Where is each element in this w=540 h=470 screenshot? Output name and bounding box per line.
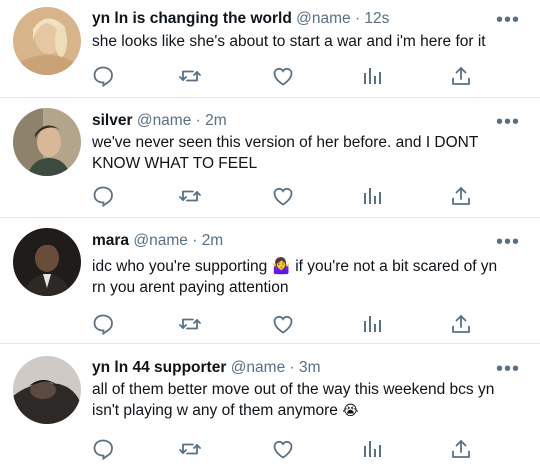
tweet[interactable]: silver @name · 2m ••• we've never seen t… [0, 98, 540, 217]
tweet-text: all of them better move out of the way t… [92, 379, 522, 422]
tweet-text-segment: isn't playing w any of them anymore [92, 402, 338, 419]
tweet-header: yn ln 44 supporter @name · 3m [92, 359, 321, 377]
tweet-text-line: idc who you're supporting 🤷‍♀️ if you're… [92, 258, 498, 275]
tweet-text-line: all of them better move out of the way t… [92, 381, 495, 398]
like-icon[interactable] [271, 437, 295, 461]
tweet-text-line: she looks like she's about to start a wa… [92, 33, 486, 50]
more-icon[interactable]: ••• [496, 10, 520, 30]
share-icon[interactable] [449, 64, 473, 88]
tweet-text-line: KNOW WHAT TO FEEL [92, 155, 258, 172]
tweet-actions [0, 64, 540, 88]
share-icon[interactable] [449, 312, 473, 336]
more-icon[interactable]: ••• [496, 359, 520, 379]
reply-icon[interactable] [91, 437, 115, 461]
avatar[interactable] [13, 228, 81, 296]
username[interactable]: @name [296, 10, 351, 27]
retweet-icon[interactable] [178, 64, 202, 88]
avatar[interactable] [13, 356, 81, 424]
tweet-actions [0, 437, 540, 461]
tweet[interactable]: yn ln is changing the world @name · 12s … [0, 0, 540, 97]
timestamp[interactable]: 2m [205, 112, 227, 129]
username[interactable]: @name [231, 359, 286, 376]
timestamp[interactable]: 3m [299, 359, 321, 376]
display-name[interactable]: yn ln 44 supporter [92, 359, 226, 376]
separator: · [192, 232, 198, 249]
avatar[interactable] [13, 108, 81, 176]
reply-icon[interactable] [91, 312, 115, 336]
more-icon[interactable]: ••• [496, 112, 520, 132]
username[interactable]: @name [133, 232, 188, 249]
retweet-icon[interactable] [178, 437, 202, 461]
username[interactable]: @name [137, 112, 192, 129]
tweet[interactable]: yn ln 44 supporter @name · 3m ••• all of… [0, 344, 540, 470]
tweet[interactable]: mara @name · 2m ••• idc who you're suppo… [0, 218, 540, 343]
like-icon[interactable] [271, 64, 295, 88]
share-icon[interactable] [449, 184, 473, 208]
separator: · [289, 359, 295, 376]
retweet-icon[interactable] [178, 184, 202, 208]
share-icon[interactable] [449, 437, 473, 461]
separator: · [354, 10, 361, 27]
tweet-text-line: we've never seen this version of her bef… [92, 134, 479, 151]
tweet-actions [0, 312, 540, 336]
more-icon[interactable]: ••• [496, 232, 520, 252]
analytics-icon[interactable] [360, 437, 384, 461]
timestamp[interactable]: 12s [364, 10, 389, 27]
display-name[interactable]: yn ln is changing the world [92, 10, 292, 27]
reply-icon[interactable] [91, 64, 115, 88]
tweet-actions [0, 184, 540, 208]
tweet-text: she looks like she's about to start a wa… [92, 31, 522, 52]
tweet-text: we've never seen this version of her bef… [92, 132, 522, 174]
reply-icon[interactable] [91, 184, 115, 208]
tweet-text: idc who you're supporting 🤷‍♀️ if you're… [92, 256, 522, 298]
timestamp[interactable]: 2m [202, 232, 224, 249]
separator: · [195, 112, 201, 129]
display-name[interactable]: silver [92, 112, 133, 129]
retweet-icon[interactable] [178, 312, 202, 336]
analytics-icon[interactable] [360, 312, 384, 336]
tweet-text-line: isn't playing w any of them anymore 😭 [92, 400, 522, 422]
like-icon[interactable] [271, 312, 295, 336]
display-name[interactable]: mara [92, 232, 129, 249]
analytics-icon[interactable] [360, 184, 384, 208]
tweet-header: yn ln is changing the world @name · 12s [92, 10, 389, 28]
crying-emoji: 😭 [342, 403, 359, 419]
tweet-header: mara @name · 2m [92, 232, 223, 250]
analytics-icon[interactable] [360, 64, 384, 88]
tweet-text-line: rn you arent paying attention [92, 279, 289, 296]
like-icon[interactable] [271, 184, 295, 208]
tweet-header: silver @name · 2m [92, 112, 227, 130]
